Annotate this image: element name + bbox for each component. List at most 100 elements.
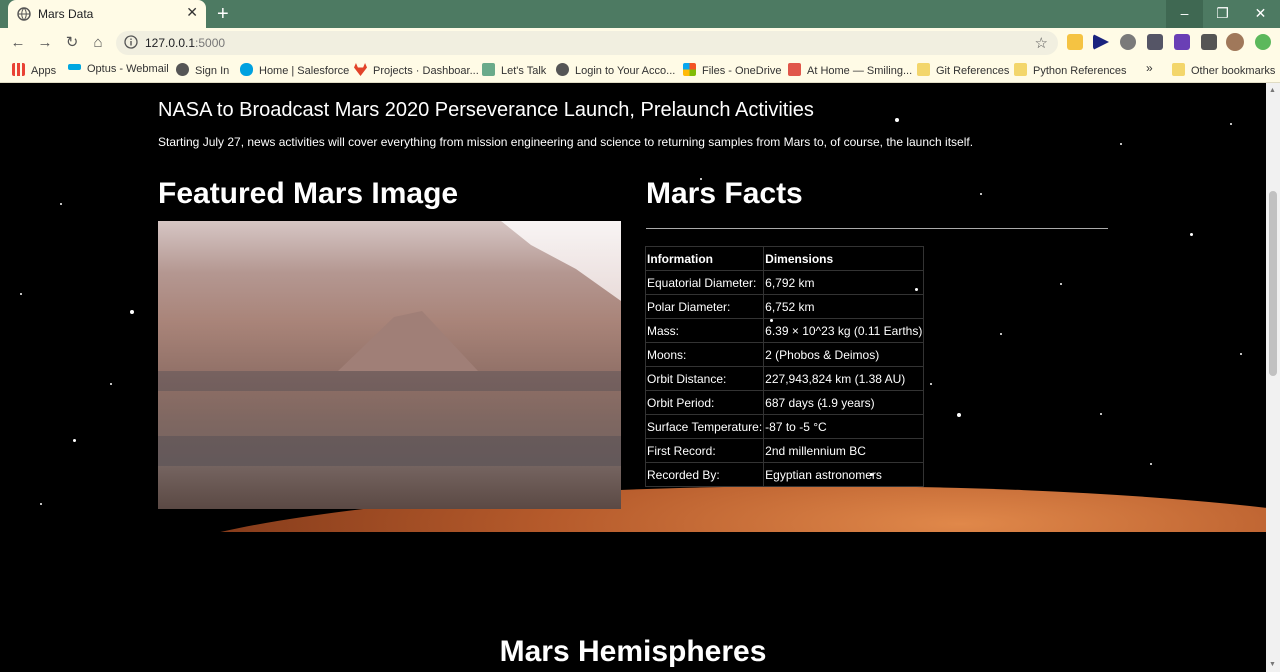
star-dot	[1000, 333, 1002, 335]
folder-icon	[1172, 63, 1185, 76]
home-icon[interactable]: ⌂	[88, 33, 108, 53]
table-row: Surface Temperature: -87 to -5 °C	[644, 414, 925, 439]
news-paragraph: Starting July 27, news activities will c…	[158, 135, 974, 149]
facts-divider	[646, 228, 1108, 229]
star-dot	[895, 118, 899, 122]
scroll-down-icon[interactable]: ▼	[1269, 661, 1276, 668]
image-band	[158, 371, 621, 391]
bookmark-salesforce[interactable]: Home | Salesforce	[240, 63, 349, 77]
news-title[interactable]: NASA to Broadcast Mars 2020 Perseverance…	[158, 99, 814, 122]
star-dot	[110, 383, 112, 385]
tab-close-icon[interactable]: ✕	[186, 4, 198, 21]
table-cell-value: 6.39 × 10^23 kg (0.11 Earths)	[763, 318, 925, 343]
bookmark-onedrive[interactable]: Files - OneDrive	[683, 63, 781, 77]
table-header-dimensions: Dimensions	[763, 246, 925, 271]
page-scrollbar[interactable]: ▲ ▼	[1266, 83, 1280, 672]
update-indicator-icon[interactable]	[1255, 34, 1271, 50]
extension-bird-icon[interactable]	[1147, 34, 1163, 50]
table-cell-label: Polar Diameter:	[644, 294, 765, 319]
chart-icon	[482, 63, 495, 76]
star-dot	[1120, 143, 1122, 145]
image-mesa	[338, 311, 478, 371]
reload-icon[interactable]: ↻	[62, 33, 82, 53]
bookmark-star-icon[interactable]: ☆	[1035, 34, 1048, 52]
star-dot	[130, 310, 134, 314]
minimize-button[interactable]: –	[1166, 0, 1203, 28]
yes-icon	[68, 64, 81, 70]
bookmark-sign-in[interactable]: Sign In	[176, 63, 229, 77]
extension-cube-icon[interactable]	[1174, 34, 1190, 50]
table-row: Orbit Distance: 227,943,824 km (1.38 AU)	[644, 366, 925, 391]
table-row: Moons: 2 (Phobos & Deimos)	[644, 342, 925, 367]
maximize-button[interactable]: ❐	[1204, 0, 1241, 28]
star-dot	[73, 439, 76, 442]
gitlab-icon	[354, 63, 367, 76]
scroll-up-icon[interactable]: ▲	[1269, 87, 1276, 94]
star-dot	[20, 293, 22, 295]
bookmark-python-references[interactable]: Python References	[1014, 63, 1127, 77]
star-dot	[1190, 233, 1193, 236]
star-dot	[1150, 463, 1152, 465]
extensions-puzzle-icon[interactable]	[1201, 34, 1217, 50]
extension-play-icon[interactable]	[1093, 34, 1109, 50]
mars-facts-heading: Mars Facts	[646, 177, 803, 210]
star-dot	[930, 383, 932, 385]
apps-grid-icon	[12, 63, 25, 76]
bookmark-optus-webmail[interactable]: Optus - Webmail	[68, 63, 169, 75]
tab-title: Mars Data	[38, 7, 94, 21]
smile-icon	[788, 63, 801, 76]
table-cell-label: Mass:	[644, 318, 765, 343]
tab-mars-data[interactable]: Mars Data ✕	[8, 0, 206, 28]
forward-arrow-icon[interactable]: →	[35, 33, 55, 53]
new-tab-button[interactable]: +	[217, 2, 229, 26]
table-header-information: Information	[644, 246, 765, 271]
url-text[interactable]: 127.0.0.1:5000	[145, 36, 225, 50]
info-icon[interactable]	[124, 35, 138, 49]
mars-hemispheres-heading: Mars Hemispheres	[499, 635, 767, 668]
table-cell-value: 2nd millennium BC	[763, 438, 925, 463]
bookmark-projects-dashboard[interactable]: Projects · Dashboar...	[354, 63, 479, 77]
profile-avatar[interactable]	[1226, 33, 1244, 51]
bookmarks-overflow-chevron-icon[interactable]: »	[1146, 61, 1153, 75]
table-cell-label: Orbit Distance:	[644, 366, 765, 391]
star-dot	[1240, 353, 1242, 355]
bookmark-at-home[interactable]: At Home — Smiling...	[788, 63, 912, 77]
table-row: First Record: 2nd millennium BC	[644, 438, 925, 463]
table-cell-label: First Record:	[644, 438, 765, 463]
close-window-button[interactable]: ✕	[1242, 0, 1279, 28]
table-row: Polar Diameter: 6,752 km	[644, 294, 925, 319]
star-dot	[1100, 413, 1102, 415]
address-bar[interactable]: 127.0.0.1:5000 ☆	[116, 31, 1058, 55]
table-cell-label: Orbit Period:	[644, 390, 765, 415]
star-dot	[957, 413, 961, 417]
folder-icon	[917, 63, 930, 76]
globe-icon	[176, 63, 189, 76]
url-host: 127.0.0.1	[145, 36, 196, 50]
table-cell-value: 6,792 km	[763, 270, 925, 295]
bookmark-lets-talk[interactable]: Let's Talk	[482, 63, 546, 77]
table-cell-value: 2 (Phobos & Deimos)	[763, 342, 925, 367]
table-cell-value: 227,943,824 km (1.38 AU)	[763, 366, 925, 391]
extension-gear-icon[interactable]	[1120, 34, 1136, 50]
extension-hand-icon[interactable]	[1067, 34, 1083, 50]
bookmark-apps[interactable]: Apps	[12, 63, 56, 77]
windows-icon	[683, 63, 696, 76]
featured-mars-image[interactable]	[158, 221, 621, 509]
star-dot	[980, 193, 982, 195]
folder-icon	[1014, 63, 1027, 76]
globe-icon	[17, 7, 31, 21]
bookmark-git-references[interactable]: Git References	[917, 63, 1009, 77]
tab-strip: Mars Data ✕ + – ❐ ✕	[0, 0, 1280, 28]
star-dot	[1230, 123, 1232, 125]
table-cell-value: 687 days (1.9 years)	[763, 390, 925, 415]
table-cell-value: Egyptian astronomers	[763, 462, 925, 487]
table-cell-label: Moons:	[644, 342, 765, 367]
table-row: Mass: 6.39 × 10^23 kg (0.11 Earths)	[644, 318, 925, 343]
bookmark-other-bookmarks[interactable]: Other bookmarks	[1172, 63, 1275, 77]
globe-icon	[556, 63, 569, 76]
browser-toolbar: ← → ↻ ⌂ 127.0.0.1:5000 ☆	[0, 28, 1280, 58]
back-arrow-icon[interactable]: ←	[8, 33, 28, 53]
scrollbar-thumb[interactable]	[1269, 191, 1277, 376]
table-cell-value: -87 to -5 °C	[763, 414, 925, 439]
bookmark-login-account[interactable]: Login to Your Acco...	[556, 63, 675, 77]
